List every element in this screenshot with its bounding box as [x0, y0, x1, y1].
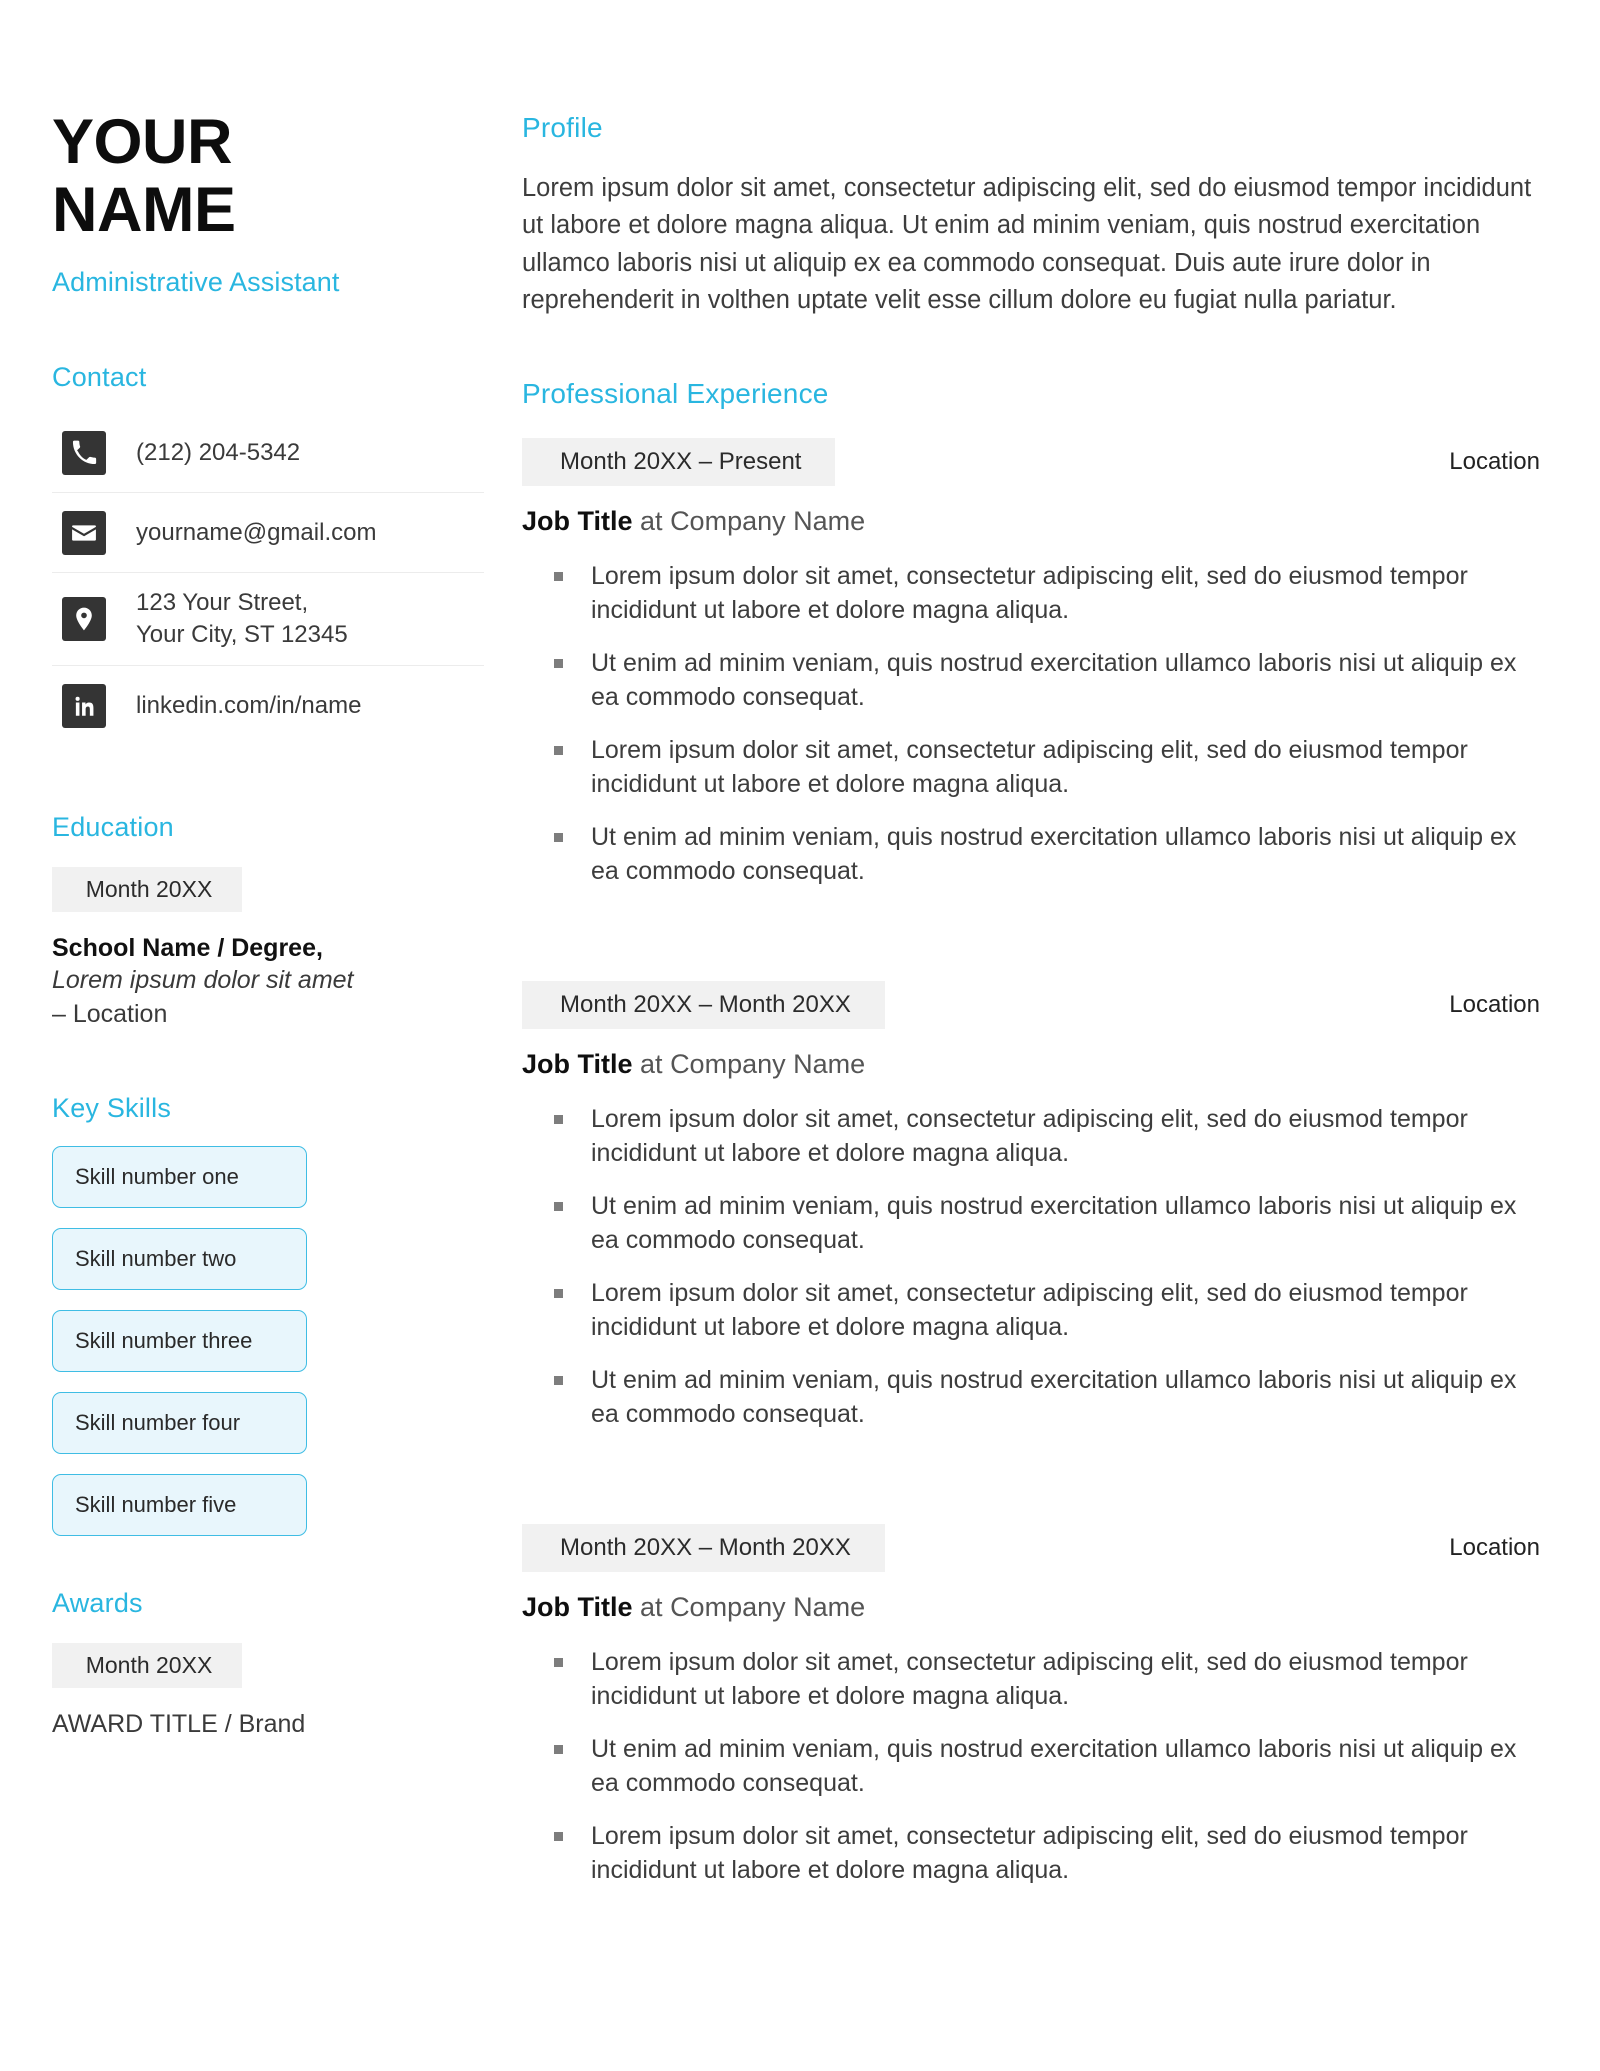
experience-company: Company Name: [670, 1048, 866, 1079]
experience-bullet: Ut enim ad minim veniam, quis nostrud ex…: [530, 1189, 1540, 1258]
experience-bullet: Lorem ipsum dolor sit amet, consectetur …: [530, 1276, 1540, 1345]
experience-bullet: Lorem ipsum dolor sit amet, consectetur …: [530, 1645, 1540, 1714]
education-date-badge: Month 20XX: [52, 866, 242, 912]
contact-row-address[interactable]: 123 Your Street, Your City, ST 12345: [52, 573, 484, 666]
contact-row-linkedin[interactable]: linkedin.com/in/name: [52, 666, 484, 746]
experience-entry: Month 20XX – Month 20XX Location Job Tit…: [522, 1523, 1540, 1888]
experience-at-word: at: [632, 505, 671, 536]
job-subtitle: Administrative Assistant: [52, 267, 340, 298]
phone-icon: [62, 430, 106, 475]
page-title: YOUR NAME: [52, 107, 480, 245]
experience-entry-header: Month 20XX – Month 20XX Location: [522, 1523, 1540, 1572]
bullet-square-icon: [554, 1831, 563, 1841]
contact-phone-value: (212) 204-5342: [136, 439, 301, 467]
education-school: School Name / Degree,: [52, 933, 323, 962]
bullet-square-icon: [554, 745, 563, 755]
skill-pill[interactable]: Skill number two: [52, 1227, 307, 1290]
experience-bullet: Lorem ipsum dolor sit amet, consectetur …: [530, 733, 1540, 802]
bullet-square-icon: [554, 1288, 563, 1298]
skill-pill[interactable]: Skill number three: [52, 1309, 307, 1372]
bullet-square-icon: [554, 1201, 563, 1211]
experience-date-badge: Month 20XX – Present: [522, 437, 836, 486]
skill-pill[interactable]: Skill number five: [52, 1473, 307, 1536]
contact-list: (212) 204-5342 yourname@gmail.com 123 Yo…: [52, 413, 484, 745]
experience-bullet: Ut enim ad minim veniam, quis nostrud ex…: [530, 1363, 1540, 1432]
experience-location: Location: [1449, 447, 1540, 475]
email-icon: [62, 510, 106, 555]
experience-entry-header: Month 20XX – Present Location: [522, 437, 1540, 486]
bullet-square-icon: [554, 658, 563, 668]
skills-section: Key Skills Skill number one Skill number…: [52, 1093, 480, 1536]
contact-linkedin-value: linkedin.com/in/name: [136, 691, 362, 719]
contact-section: Contact (212) 204-5342 yourname@gmail.co…: [52, 362, 484, 745]
bullet-square-icon: [554, 1657, 563, 1667]
experience-date-badge: Month 20XX – Month 20XX: [522, 1523, 885, 1572]
experience-bullet: Lorem ipsum dolor sit amet, consectetur …: [530, 559, 1540, 628]
name-line-last: NAME: [52, 174, 236, 245]
bullet-square-icon: [554, 1744, 563, 1754]
experience-section: Professional Experience Month 20XX – Pre…: [522, 378, 1540, 1888]
linkedin-icon: [62, 683, 106, 728]
resume-page: YOUR NAME Administrative Assistant Conta…: [0, 0, 1600, 2071]
award-title: AWARD TITLE / Brand: [52, 1709, 306, 1738]
experience-title-line: Job Title at Company Name: [522, 1049, 1540, 1080]
name-line-first: YOUR: [52, 107, 233, 177]
experience-entry: Month 20XX – Present Location Job Title …: [522, 437, 1540, 889]
experience-location: Location: [1449, 990, 1540, 1018]
education-heading: Education: [52, 811, 174, 842]
experience-bullet: Ut enim ad minim veniam, quis nostrud ex…: [530, 1732, 1540, 1801]
contact-row-phone[interactable]: (212) 204-5342: [52, 413, 484, 494]
skill-pill[interactable]: Skill number one: [52, 1145, 307, 1208]
experience-bullets: Lorem ipsum dolor sit amet, consectetur …: [522, 559, 1540, 889]
contact-row-email[interactable]: yourname@gmail.com: [52, 493, 484, 574]
awards-section: Awards Month 20XX AWARD TITLE / Brand: [52, 1588, 480, 1739]
experience-job-title: Job Title: [522, 1048, 633, 1079]
education-section: Education Month 20XX School Name / Degre…: [52, 812, 480, 1029]
bullet-square-icon: [554, 1114, 563, 1124]
sidebar: YOUR NAME Administrative Assistant Conta…: [0, 0, 484, 1739]
experience-heading: Professional Experience: [522, 377, 829, 409]
experience-at-word: at: [632, 1591, 671, 1622]
address-line-2: Your City, ST 12345: [136, 621, 348, 649]
profile-heading: Profile: [522, 112, 603, 143]
experience-bullets: Lorem ipsum dolor sit amet, consectetur …: [522, 1102, 1540, 1432]
skill-pill[interactable]: Skill number four: [52, 1391, 307, 1454]
profile-section: Profile Lorem ipsum dolor sit amet, cons…: [522, 112, 1540, 320]
skills-heading: Key Skills: [52, 1092, 172, 1123]
profile-body: Lorem ipsum dolor sit amet, consectetur …: [522, 174, 1532, 315]
main-column: Profile Lorem ipsum dolor sit amet, cons…: [480, 0, 1600, 1906]
experience-entry: Month 20XX – Month 20XX Location Job Tit…: [522, 980, 1540, 1432]
awards-heading: Awards: [52, 1587, 143, 1618]
contact-heading: Contact: [52, 362, 147, 393]
bullet-square-icon: [554, 1375, 563, 1385]
experience-at-word: at: [632, 1048, 671, 1079]
bullet-square-icon: [554, 571, 563, 581]
experience-location: Location: [1449, 1533, 1540, 1561]
experience-bullet: Lorem ipsum dolor sit amet, consectetur …: [530, 1102, 1540, 1171]
experience-bullet: Lorem ipsum dolor sit amet, consectetur …: [530, 1819, 1540, 1888]
experience-job-title: Job Title: [522, 505, 633, 536]
experience-title-line: Job Title at Company Name: [522, 506, 1540, 537]
education-location: – Location: [52, 999, 168, 1028]
experience-bullets: Lorem ipsum dolor sit amet, consectetur …: [522, 1645, 1540, 1888]
experience-entry-header: Month 20XX – Month 20XX Location: [522, 980, 1540, 1029]
experience-company: Company Name: [670, 1591, 866, 1622]
awards-date-badge: Month 20XX: [52, 1642, 242, 1688]
contact-email-value: yourname@gmail.com: [136, 519, 377, 547]
skills-list: Skill number one Skill number two Skill …: [52, 1145, 480, 1536]
contact-address-value: 123 Your Street, Your City, ST 12345: [136, 587, 348, 650]
address-line-1: 123 Your Street,: [136, 589, 309, 617]
experience-title-line: Job Title at Company Name: [522, 1592, 1540, 1623]
experience-company: Company Name: [670, 505, 866, 536]
experience-bullet: Ut enim ad minim veniam, quis nostrud ex…: [530, 646, 1540, 715]
location-pin-icon: [62, 597, 106, 642]
education-detail: Lorem ipsum dolor sit amet: [52, 965, 354, 994]
experience-bullet: Ut enim ad minim veniam, quis nostrud ex…: [530, 820, 1540, 889]
experience-date-badge: Month 20XX – Month 20XX: [522, 980, 885, 1029]
bullet-square-icon: [554, 832, 563, 842]
experience-job-title: Job Title: [522, 1591, 633, 1622]
